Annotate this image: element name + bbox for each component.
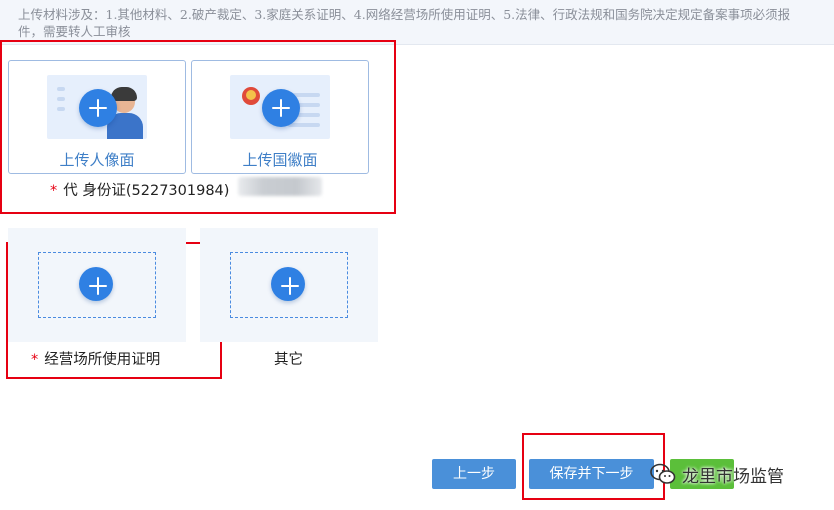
required-asterisk: * bbox=[50, 183, 58, 199]
id-card-caption-text: 代 身份证(5227301984) bbox=[63, 183, 230, 199]
prev-button[interactable]: 上一步 bbox=[432, 459, 516, 489]
upload-emblem-card[interactable]: 上传国徽面 bbox=[191, 60, 369, 174]
id-card-portrait-illustration bbox=[47, 75, 147, 139]
watermark: 龙里市场监管 bbox=[650, 461, 784, 487]
save-next-button[interactable]: 保存并下一步 bbox=[529, 459, 654, 489]
notice-line-2: 件，需要转人工审核 bbox=[18, 24, 131, 39]
id-card-emblem-illustration bbox=[230, 75, 330, 139]
premises-proof-label: * 经营场所使用证明 bbox=[31, 348, 160, 369]
portrait-plus-icon bbox=[79, 89, 117, 127]
upload-emblem-label: 上传国徽面 bbox=[242, 151, 318, 169]
upload-premises-proof[interactable] bbox=[8, 228, 186, 342]
upload-other-dropzone[interactable] bbox=[230, 252, 348, 318]
wechat-icon bbox=[650, 463, 676, 484]
premises-plus-icon bbox=[79, 267, 113, 301]
upload-premises-dropzone[interactable] bbox=[38, 252, 156, 318]
required-asterisk: * bbox=[31, 352, 39, 368]
notice-text: 上传材料涉及：1.其他材料、2.破产裁定、3.家庭关系证明、4.网络经营场所使用… bbox=[18, 6, 834, 40]
notice-bar: 上传材料涉及：1.其他材料、2.破产裁定、3.家庭关系证明、4.网络经营场所使用… bbox=[0, 0, 834, 45]
emblem-plus-icon bbox=[262, 89, 300, 127]
premises-proof-label-text: 经营场所使用证明 bbox=[44, 352, 161, 368]
upload-portrait-card[interactable]: 上传人像面 bbox=[8, 60, 186, 174]
other-label: 其它 bbox=[274, 352, 303, 368]
upload-other[interactable] bbox=[200, 228, 378, 342]
watermark-text: 龙里市场监管 bbox=[682, 466, 784, 487]
upload-portrait-label: 上传人像面 bbox=[59, 151, 135, 169]
other-plus-icon bbox=[271, 267, 305, 301]
redacted-digits bbox=[238, 177, 322, 196]
notice-line-1: 上传材料涉及：1.其他材料、2.破产裁定、3.家庭关系证明、4.网络经营场所使用… bbox=[18, 7, 791, 22]
id-card-caption: * 代 身份证(5227301984) bbox=[50, 179, 229, 200]
